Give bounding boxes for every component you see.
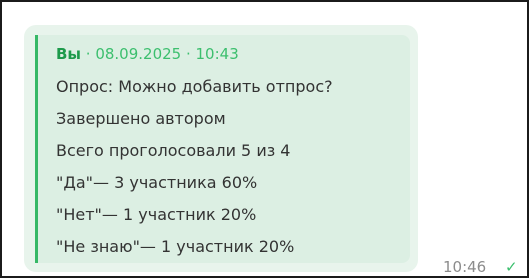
quote-separator: ·	[81, 45, 96, 63]
quote-time: 10:43	[195, 45, 239, 63]
message-time: 10:46	[443, 258, 487, 276]
poll-option-no: "Нет"— 1 участник 20%	[56, 205, 257, 224]
chat-window: Вы · 08.09.2025 · 10:43 Опрос: Можно доб…	[0, 0, 529, 278]
message-bubble[interactable]: Вы · 08.09.2025 · 10:43 Опрос: Можно доб…	[24, 25, 418, 272]
quote-header: Вы · 08.09.2025 · 10:43	[56, 45, 239, 63]
quote-date: 08.09.2025	[95, 45, 182, 63]
quoted-message[interactable]: Вы · 08.09.2025 · 10:43 Опрос: Можно доб…	[35, 35, 410, 263]
poll-option-yes: "Да"— 3 участника 60%	[56, 173, 258, 192]
poll-status: Завершено автором	[56, 109, 226, 128]
check-icon: ✓	[505, 258, 518, 276]
quote-separator-2: ·	[181, 45, 196, 63]
poll-total-votes: Всего проголосовали 5 из 4	[56, 141, 291, 160]
poll-question: Опрос: Можно добавить отпрос?	[56, 77, 333, 96]
poll-option-dont-know: "Не знаю"— 1 участник 20%	[56, 237, 295, 256]
quote-author: Вы	[56, 45, 81, 63]
